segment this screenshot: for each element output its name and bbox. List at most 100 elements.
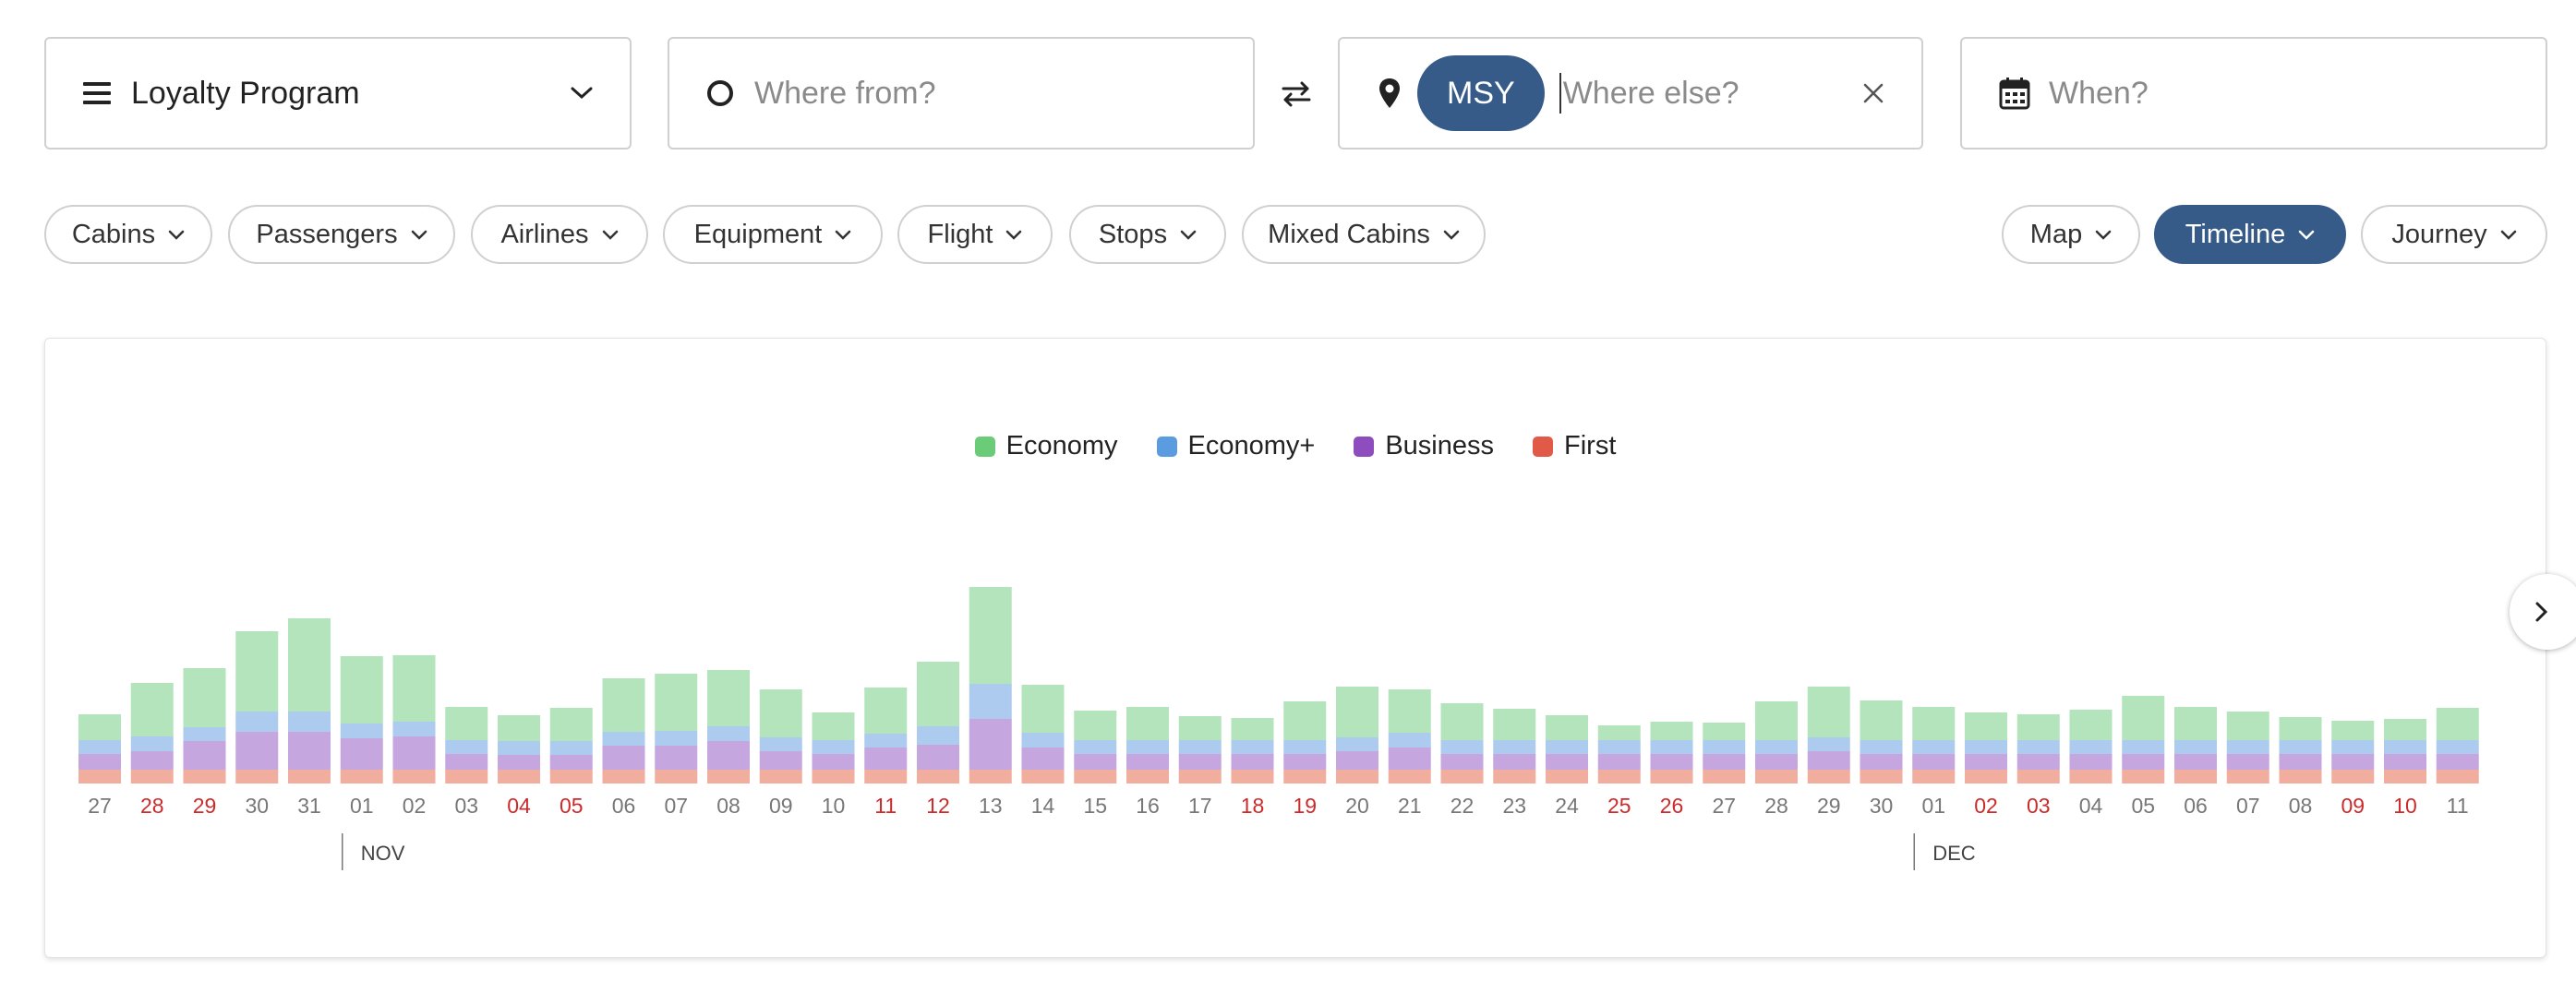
filter-passengers[interactable]: Passengers (228, 205, 455, 264)
bar-segment-business[interactable] (2174, 754, 2217, 770)
bar-stack-13[interactable] (759, 689, 802, 784)
bar-segment-economy-plus[interactable] (445, 740, 488, 754)
bar-segment-business[interactable] (2122, 754, 2165, 770)
bar-segment-business[interactable] (759, 751, 802, 770)
bar-segment-first[interactable] (2436, 770, 2479, 784)
bar-segment-business[interactable] (392, 736, 436, 770)
bar-stack-12[interactable] (707, 670, 750, 784)
bar-stack-37[interactable] (2016, 714, 2060, 784)
bar-segment-first[interactable] (498, 770, 540, 784)
bar-segment-first[interactable] (2279, 770, 2322, 784)
bar-stack-41[interactable] (2226, 712, 2269, 784)
bar-segment-economy-plus[interactable] (1126, 740, 1169, 754)
bar-segment-business[interactable] (1860, 754, 1903, 770)
bar-segment-business[interactable] (1703, 754, 1746, 770)
bar-segment-economy[interactable] (288, 618, 331, 712)
bar-stack-36[interactable] (1965, 712, 2007, 784)
bar-stack-19[interactable] (1074, 711, 1117, 784)
bar-segment-economy[interactable] (1074, 711, 1117, 740)
bar-segment-economy-plus[interactable] (2016, 740, 2060, 754)
bar-segment-economy-plus[interactable] (340, 724, 383, 738)
bar-segment-economy[interactable] (655, 674, 698, 731)
bar-segment-business[interactable] (655, 746, 698, 770)
bar-segment-economy-plus[interactable] (2174, 740, 2217, 754)
bar-segment-economy[interactable] (1231, 718, 1274, 740)
bar-segment-economy[interactable] (1021, 685, 1065, 733)
bar-segment-economy[interactable] (1912, 707, 1956, 740)
filter-mixed-cabins[interactable]: Mixed Cabins (1242, 205, 1486, 264)
bar-segment-first[interactable] (2226, 770, 2269, 784)
bar-segment-economy[interactable] (78, 714, 121, 740)
bar-segment-first[interactable] (1440, 770, 1484, 784)
bar-segment-business[interactable] (1126, 754, 1169, 770)
bar-segment-first[interactable] (1231, 770, 1274, 784)
bar-segment-business[interactable] (78, 754, 121, 770)
bar-segment-first[interactable] (183, 770, 226, 784)
bar-segment-economy-plus[interactable] (78, 740, 121, 754)
bar-stack-11[interactable] (655, 674, 698, 784)
bar-stack-29[interactable] (1597, 725, 1641, 784)
bar-stack-27[interactable] (1493, 709, 1536, 784)
bar-segment-business[interactable] (340, 738, 383, 770)
bar-segment-economy[interactable] (917, 662, 959, 726)
bar-stack-7[interactable] (445, 707, 488, 784)
bar-segment-economy-plus[interactable] (1178, 740, 1222, 754)
bar-stack-24[interactable] (1336, 687, 1378, 784)
close-icon[interactable] (1862, 82, 1884, 104)
bar-stack-18[interactable] (1021, 685, 1065, 784)
bar-segment-economy-plus[interactable] (1860, 740, 1903, 754)
bar-segment-economy-plus[interactable] (1074, 740, 1117, 754)
bar-stack-3[interactable] (235, 631, 279, 784)
bar-segment-business[interactable] (1965, 754, 2007, 770)
bar-segment-economy-plus[interactable] (235, 712, 279, 732)
bar-segment-economy[interactable] (1388, 689, 1431, 733)
bar-segment-economy-plus[interactable] (183, 727, 226, 741)
bar-segment-business[interactable] (2279, 754, 2322, 770)
filter-stops[interactable]: Stops (1069, 205, 1226, 264)
bar-segment-economy-plus[interactable] (2384, 740, 2426, 754)
bar-segment-economy[interactable] (2122, 696, 2165, 740)
bar-segment-business[interactable] (864, 748, 908, 770)
bar-segment-economy[interactable] (549, 708, 593, 741)
bar-segment-first[interactable] (2331, 770, 2375, 784)
filter-cabins[interactable]: Cabins (44, 205, 212, 264)
bar-segment-business[interactable] (2016, 754, 2060, 770)
bar-segment-first[interactable] (1388, 770, 1431, 784)
bar-stack-43[interactable] (2331, 721, 2375, 784)
bar-stack-40[interactable] (2174, 707, 2217, 784)
bar-segment-economy[interactable] (445, 707, 488, 740)
bar-segment-economy[interactable] (969, 587, 1012, 684)
bar-stack-23[interactable] (1283, 701, 1327, 784)
bar-segment-economy-plus[interactable] (1388, 733, 1431, 748)
bar-segment-economy-plus[interactable] (2122, 740, 2165, 754)
bar-segment-economy[interactable] (1126, 707, 1169, 740)
bar-segment-economy-plus[interactable] (1440, 740, 1484, 754)
bar-segment-first[interactable] (1703, 770, 1746, 784)
bar-segment-first[interactable] (1546, 770, 1588, 784)
bar-segment-business[interactable] (1650, 754, 1693, 770)
bar-segment-business[interactable] (445, 754, 488, 770)
bar-segment-economy[interactable] (2069, 710, 2113, 740)
bar-stack-33[interactable] (1807, 687, 1850, 784)
bar-segment-economy[interactable] (1493, 709, 1536, 740)
bar-stack-9[interactable] (549, 708, 593, 784)
bar-segment-business[interactable] (549, 755, 593, 770)
bar-segment-first[interactable] (2069, 770, 2113, 784)
bar-segment-economy-plus[interactable] (2331, 740, 2375, 754)
bar-segment-economy[interactable] (1546, 715, 1588, 740)
loyalty-program-select[interactable]: Loyalty Program (44, 37, 632, 150)
bar-stack-28[interactable] (1546, 715, 1588, 784)
bar-segment-first[interactable] (1965, 770, 2007, 784)
bar-segment-first[interactable] (1755, 770, 1798, 784)
bar-segment-economy-plus[interactable] (602, 732, 645, 746)
bar-segment-first[interactable] (602, 770, 645, 784)
bar-segment-economy-plus[interactable] (1755, 740, 1798, 754)
bar-stack-45[interactable] (2436, 708, 2479, 784)
bar-segment-economy-plus[interactable] (1650, 740, 1693, 754)
bar-segment-economy[interactable] (340, 656, 383, 724)
bar-segment-business[interactable] (1074, 754, 1117, 770)
view-map[interactable]: Map (2002, 205, 2140, 264)
bar-segment-first[interactable] (1336, 770, 1378, 784)
bar-segment-first[interactable] (707, 770, 750, 784)
bar-segment-business[interactable] (1336, 751, 1378, 770)
